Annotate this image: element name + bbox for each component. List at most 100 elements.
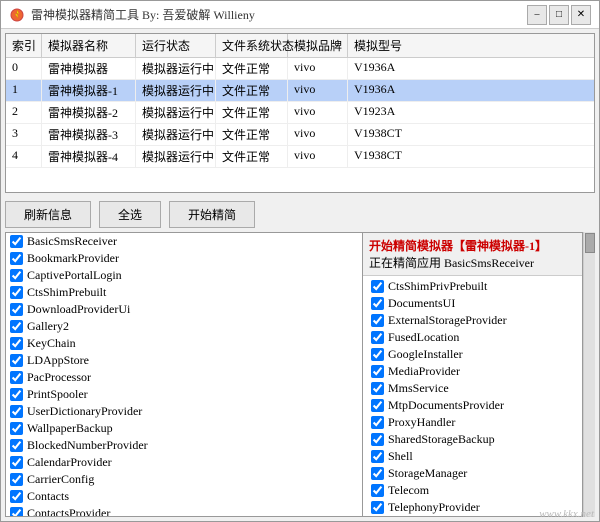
list-item[interactable]: StorageManager bbox=[367, 465, 578, 482]
app-checkbox[interactable] bbox=[10, 439, 23, 452]
refresh-button[interactable]: 刷新信息 bbox=[5, 201, 91, 228]
col-header-fs-status: 文件系统状态 bbox=[216, 34, 288, 57]
app-checkbox[interactable] bbox=[10, 252, 23, 265]
list-item[interactable]: Contacts bbox=[6, 488, 362, 505]
list-item[interactable]: DocumentsUI bbox=[367, 295, 578, 312]
app-checkbox[interactable] bbox=[10, 490, 23, 503]
col-header-index: 索引 bbox=[6, 34, 42, 57]
list-item[interactable]: PrintSpooler bbox=[6, 386, 362, 403]
list-item[interactable]: GoogleInstaller bbox=[367, 346, 578, 363]
list-item[interactable]: LDAppStore bbox=[6, 352, 362, 369]
app-label: ContactsProvider bbox=[27, 506, 110, 517]
app-checkbox[interactable] bbox=[371, 450, 384, 463]
app-checkbox[interactable] bbox=[371, 348, 384, 361]
list-item[interactable]: Shell bbox=[367, 448, 578, 465]
app-checkbox[interactable] bbox=[10, 235, 23, 248]
list-item[interactable]: CtsShimPrebuilt bbox=[6, 284, 362, 301]
list-item[interactable]: CaptivePortalLogin bbox=[6, 267, 362, 284]
app-checkbox[interactable] bbox=[371, 280, 384, 293]
table-cell: 2 bbox=[6, 102, 42, 123]
app-checkbox[interactable] bbox=[371, 382, 384, 395]
app-checkbox[interactable] bbox=[371, 501, 384, 514]
trim-button[interactable]: 开始精简 bbox=[169, 201, 255, 228]
table-cell: 文件正常 bbox=[216, 80, 288, 101]
list-item[interactable]: FusedLocation bbox=[367, 329, 578, 346]
table-cell: 文件正常 bbox=[216, 58, 288, 79]
table-cell: 模拟器运行中 bbox=[136, 58, 216, 79]
status-line-2: 正在精简应用 BasicSmsReceiver bbox=[369, 254, 576, 271]
app-checkbox[interactable] bbox=[371, 297, 384, 310]
app-label: DownloadProviderUi bbox=[27, 302, 130, 317]
app-icon bbox=[9, 7, 25, 23]
app-checkbox[interactable] bbox=[10, 456, 23, 469]
list-item[interactable]: ExternalStorageProvider bbox=[367, 312, 578, 329]
list-item[interactable]: Telecom bbox=[367, 482, 578, 499]
table-cell: 1 bbox=[6, 80, 42, 101]
minimize-button[interactable]: – bbox=[527, 5, 547, 25]
list-item[interactable]: BlockedNumberProvider bbox=[6, 437, 362, 454]
list-item[interactable]: ContactsProvider bbox=[6, 505, 362, 517]
app-checkbox[interactable] bbox=[371, 365, 384, 378]
table-cell: V1938CT bbox=[348, 146, 594, 167]
table-cell: 0 bbox=[6, 58, 42, 79]
app-label: Telecom bbox=[388, 483, 429, 498]
main-area: BasicSmsReceiverBookmarkProviderCaptiveP… bbox=[5, 232, 595, 517]
list-item[interactable]: MmsService bbox=[367, 380, 578, 397]
app-checkbox[interactable] bbox=[371, 331, 384, 344]
close-button[interactable]: ✕ bbox=[571, 5, 591, 25]
list-item[interactable]: MediaProvider bbox=[367, 363, 578, 380]
app-label: StorageManager bbox=[388, 466, 467, 481]
table-row[interactable]: 4雷神模拟器-4模拟器运行中文件正常vivoV1938CT bbox=[6, 146, 594, 168]
table-cell: 雷神模拟器 bbox=[42, 58, 136, 79]
table-row[interactable]: 3雷神模拟器-3模拟器运行中文件正常vivoV1938CT bbox=[6, 124, 594, 146]
list-item[interactable]: SharedStorageBackup bbox=[367, 431, 578, 448]
app-checkbox[interactable] bbox=[10, 269, 23, 282]
app-label: PrintSpooler bbox=[27, 387, 88, 402]
list-item[interactable]: KeyChain bbox=[6, 335, 362, 352]
app-checkbox[interactable] bbox=[371, 433, 384, 446]
app-label: CalendarProvider bbox=[27, 455, 112, 470]
app-checkbox[interactable] bbox=[371, 484, 384, 497]
list-item[interactable]: WallpaperBackup bbox=[6, 420, 362, 437]
list-item[interactable]: Gallery2 bbox=[6, 318, 362, 335]
title-bar: 雷神模拟器精简工具 By: 吾爱破解 Willieny – □ ✕ bbox=[1, 1, 599, 29]
table-cell: V1936A bbox=[348, 80, 594, 101]
app-checkbox[interactable] bbox=[10, 303, 23, 316]
list-item[interactable]: BookmarkProvider bbox=[6, 250, 362, 267]
list-item[interactable]: DownloadProviderUi bbox=[6, 301, 362, 318]
app-checkbox[interactable] bbox=[371, 416, 384, 429]
app-checkbox[interactable] bbox=[371, 467, 384, 480]
table-row[interactable]: 1雷神模拟器-1模拟器运行中文件正常vivoV1936A bbox=[6, 80, 594, 102]
list-item[interactable]: CalendarProvider bbox=[6, 454, 362, 471]
app-checkbox[interactable] bbox=[10, 337, 23, 350]
list-item[interactable]: CarrierConfig bbox=[6, 471, 362, 488]
app-checkbox[interactable] bbox=[10, 286, 23, 299]
app-checkbox[interactable] bbox=[10, 354, 23, 367]
list-item[interactable]: BasicSmsReceiver bbox=[6, 233, 362, 250]
scrollbar-thumb[interactable] bbox=[585, 233, 595, 253]
app-checkbox[interactable] bbox=[371, 399, 384, 412]
table-row[interactable]: 0雷神模拟器模拟器运行中文件正常vivoV1936A bbox=[6, 58, 594, 80]
select-all-button[interactable]: 全选 bbox=[99, 201, 161, 228]
table-header: 索引 模拟器名称 运行状态 文件系统状态 模拟品牌 模拟型号 bbox=[6, 34, 594, 58]
list-item[interactable]: ProxyHandler bbox=[367, 414, 578, 431]
app-checkbox[interactable] bbox=[10, 473, 23, 486]
app-checkbox[interactable] bbox=[371, 314, 384, 327]
list-item[interactable]: UserDictionaryProvider bbox=[6, 403, 362, 420]
table-row[interactable]: 2雷神模拟器-2模拟器运行中文件正常vivoV1923A bbox=[6, 102, 594, 124]
table-body: 0雷神模拟器模拟器运行中文件正常vivoV1936A1雷神模拟器-1模拟器运行中… bbox=[6, 58, 594, 188]
app-checkbox[interactable] bbox=[10, 422, 23, 435]
app-label: GoogleInstaller bbox=[388, 347, 463, 362]
list-item[interactable]: CtsShimPrivPrebuilt bbox=[367, 278, 578, 295]
maximize-button[interactable]: □ bbox=[549, 5, 569, 25]
app-checkbox[interactable] bbox=[10, 388, 23, 401]
list-item[interactable]: PacProcessor bbox=[6, 369, 362, 386]
app-checkbox[interactable] bbox=[10, 507, 23, 517]
list-item[interactable]: MtpDocumentsProvider bbox=[367, 397, 578, 414]
table-cell: 文件正常 bbox=[216, 124, 288, 145]
app-checkbox[interactable] bbox=[10, 371, 23, 384]
app-checkbox[interactable] bbox=[10, 320, 23, 333]
app-checkbox[interactable] bbox=[10, 405, 23, 418]
table-cell: V1923A bbox=[348, 102, 594, 123]
scrollbar[interactable] bbox=[583, 232, 595, 517]
